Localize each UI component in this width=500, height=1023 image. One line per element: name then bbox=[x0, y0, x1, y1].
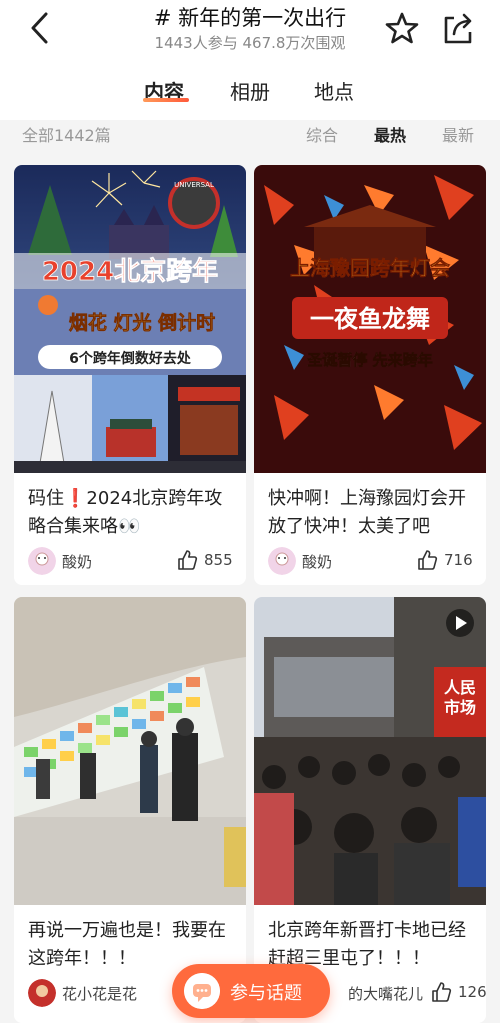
active-tab-indicator bbox=[143, 98, 189, 102]
post-footer: 酸奶 716 bbox=[268, 545, 478, 577]
topic-header: # 新年的第一次出行 1443人参与 467.8万次围观 bbox=[100, 4, 400, 54]
sort-latest[interactable]: 最新 bbox=[442, 122, 474, 146]
topic-stats: 1443人参与 467.8万次围观 bbox=[154, 34, 346, 52]
chat-bubble-icon bbox=[184, 973, 220, 1009]
post-title[interactable]: 码住❗️2024北京跨年攻略合集来咯👀 bbox=[28, 485, 238, 541]
author-name[interactable]: 的大嘴花儿 bbox=[348, 983, 423, 1004]
like-count: 855 bbox=[204, 551, 233, 569]
sort-hottest[interactable]: 最热 bbox=[374, 122, 406, 146]
thumbs-up-icon[interactable] bbox=[430, 981, 452, 1003]
cover-tagline: 一夜鱼龙舞 bbox=[310, 305, 430, 333]
post-footer: 酸奶 855 bbox=[28, 545, 238, 577]
cover-headline: 上海豫园跨年灯会 bbox=[290, 256, 450, 280]
post-cover-image[interactable]: UNIVERSAL 2024北京跨年 烟花 灯光 倒计时 6个跨年倒数好去处 bbox=[14, 165, 246, 473]
avatar[interactable] bbox=[28, 979, 56, 1007]
topic-title: # 新年的第一次出行 bbox=[153, 6, 347, 30]
market-sign-line1: 人民 bbox=[444, 678, 476, 697]
post-title[interactable]: 快冲啊！上海豫园灯会开放了快冲！太美了吧 bbox=[268, 485, 478, 541]
filter-bar: 全部1442篇 综合 最热 最新 bbox=[0, 120, 500, 152]
cover-headline: 2024北京跨年 bbox=[42, 256, 218, 287]
market-sign-line2: 市场 bbox=[444, 698, 476, 717]
sort-comprehensive[interactable]: 综合 bbox=[306, 122, 338, 146]
thumbs-up-icon[interactable] bbox=[176, 549, 198, 571]
join-topic-label: 参与话题 bbox=[230, 983, 302, 1004]
share-button[interactable] bbox=[440, 10, 476, 46]
post-cover-image[interactable]: 人民 市场 bbox=[254, 597, 486, 905]
tab-bar: 内容 相册 地点 bbox=[0, 60, 500, 120]
author-name[interactable]: 酸奶 bbox=[62, 551, 92, 572]
post-card[interactable]: 上海豫园跨年灯会 一夜鱼龙舞 圣诞暂停 先来跨年 快冲啊！上海豫园灯会开放了快冲… bbox=[254, 165, 486, 585]
author-name[interactable]: 花小花是花 bbox=[62, 983, 137, 1004]
post-card[interactable]: 再说一万遍也是！我要在这跨年！！！ 花小花是花 bbox=[14, 597, 246, 1023]
back-arrow-icon bbox=[31, 12, 48, 44]
avatar[interactable] bbox=[268, 547, 296, 575]
post-cover-image[interactable] bbox=[14, 597, 246, 905]
author-name[interactable]: 酸奶 bbox=[302, 551, 332, 572]
thumbs-up-icon[interactable] bbox=[416, 549, 438, 571]
post-count: 全部1442篇 bbox=[22, 126, 111, 145]
post-card[interactable]: 人民 市场 北京跨年新晋打卡地已经赶超三里屯了！！！ 的大嘴花儿 126 bbox=[254, 597, 486, 1023]
star-icon bbox=[385, 12, 419, 44]
like-count: 716 bbox=[444, 551, 473, 569]
post-cover-image[interactable]: 上海豫园跨年灯会 一夜鱼龙舞 圣诞暂停 先来跨年 bbox=[254, 165, 486, 473]
cover-subline: 圣诞暂停 先来跨年 bbox=[306, 351, 432, 369]
avatar[interactable] bbox=[28, 547, 56, 575]
tab-album[interactable]: 相册 bbox=[230, 76, 270, 105]
like-count: 126 bbox=[458, 983, 486, 1001]
favorite-button[interactable] bbox=[384, 10, 420, 46]
post-card[interactable]: UNIVERSAL 2024北京跨年 烟花 灯光 倒计时 6个跨年倒数好去处 码… bbox=[14, 165, 246, 585]
join-topic-button[interactable]: 参与话题 bbox=[172, 964, 330, 1018]
share-icon bbox=[444, 13, 472, 44]
back-button[interactable] bbox=[24, 10, 60, 46]
svg-text:UNIVERSAL: UNIVERSAL bbox=[174, 181, 214, 189]
cover-tagline: 烟花 灯光 倒计时 bbox=[69, 311, 215, 334]
tab-location[interactable]: 地点 bbox=[314, 76, 354, 105]
cover-subline: 6个跨年倒数好去处 bbox=[69, 350, 192, 367]
top-bar: # 新年的第一次出行 1443人参与 467.8万次围观 bbox=[0, 0, 500, 60]
